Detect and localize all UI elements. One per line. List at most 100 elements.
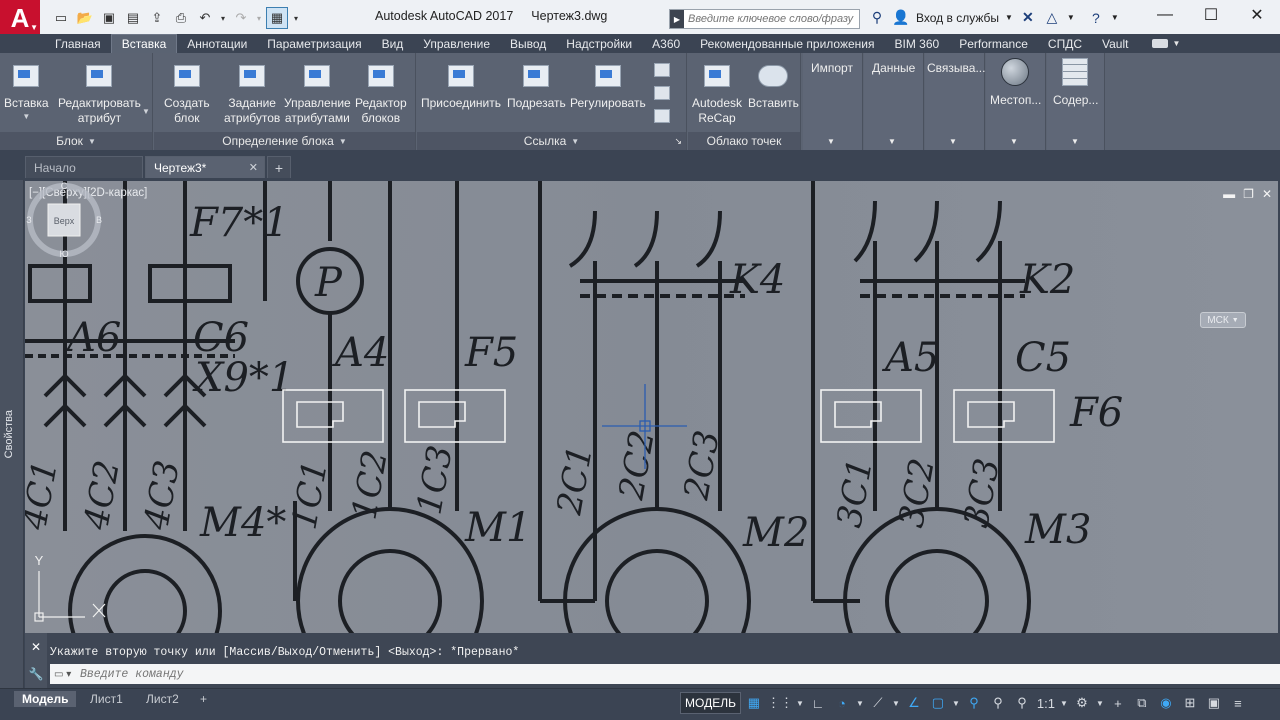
snap-icon[interactable]: ⋮⋮ [767,692,793,714]
tab-featured-apps[interactable]: Рекомендованные приложения [690,34,884,53]
tab-a360[interactable]: A360 [642,34,690,53]
undo-dropdown-icon[interactable]: ▾ [218,7,228,29]
point-cloud-panel-title[interactable]: Облако точек [688,132,800,150]
data-panel[interactable]: Данные ▼ [864,53,924,150]
minimize-icon[interactable]: ▬ [1223,187,1235,201]
redo-icon[interactable]: ↷ [230,7,252,29]
edit-attribute-button[interactable]: Редактировать атрибут [58,61,141,126]
tab-parametric[interactable]: Параметризация [257,34,371,53]
chevron-down-icon[interactable]: ▼ [1067,13,1075,22]
chevron-down-icon[interactable]: ▼ [1111,13,1119,22]
search-input[interactable] [684,13,854,25]
tab-addins[interactable]: Надстройки [556,34,642,53]
tab-home[interactable]: Главная [45,34,111,53]
tab-insert[interactable]: Вставка [110,34,178,53]
close-icon[interactable]: ✕ [1262,187,1272,201]
tab-spds[interactable]: СПДС [1038,34,1092,53]
object-snap-tracking-icon[interactable]: ∠ [903,692,925,714]
wrench-icon[interactable]: 🔧 [29,667,44,681]
properties-palette-strip[interactable]: Свойства [0,180,24,688]
block-editor-button[interactable]: Редактор блоков [355,61,407,126]
insert-point-cloud-button[interactable]: Вставить [748,61,799,111]
clean-screen-icon[interactable]: ▣ [1203,692,1225,714]
block-definition-panel-title[interactable]: Определение блока ▼ [154,132,415,150]
chevron-down-icon[interactable]: ▼ [795,692,805,714]
linking-panel[interactable]: Связыва... ▼ [925,53,985,150]
tab-layout2[interactable]: Лист2 [138,691,187,707]
close-icon[interactable]: ✕ [1234,0,1280,30]
close-tab-icon[interactable]: ✕ [249,161,258,174]
viewcube-north[interactable]: С [61,181,68,191]
tab-layout1[interactable]: Лист1 [82,691,131,707]
customize-icon[interactable]: ≡ [1227,692,1249,714]
panel-launcher-icon[interactable]: ↘ [674,136,682,147]
minimize-icon[interactable]: — [1142,0,1188,30]
object-snap-icon[interactable]: ▢ [927,692,949,714]
save-as-icon[interactable]: ▤ [122,7,144,29]
content-panel[interactable]: Содер... ▼ [1047,53,1105,150]
tab-view[interactable]: Вид [372,34,414,53]
annotation-visibility-icon[interactable]: ⚲ [963,692,985,714]
tab-annotate[interactable]: Аннотации [177,34,257,53]
frames-icon[interactable] [654,86,670,100]
drawing-canvas[interactable]: F7*1 A6 C6 X9*1 P A4 F5 K4 K2 A5 C5 F6 M… [25,181,1278,633]
chevron-down-icon[interactable]: ▼ [855,692,865,714]
tab-drawing3[interactable]: Чертеж3* ✕ [145,156,265,178]
ucs-menu[interactable]: МСК ▼ [1200,312,1246,328]
application-menu-button[interactable]: A ▼ [0,0,40,36]
viewcube[interactable]: Верх С Ю З В [25,181,103,259]
chevron-down-icon[interactable]: ▼ [1005,13,1013,22]
close-icon[interactable]: ✕ [31,640,41,654]
import-panel[interactable]: Импорт ▼ [803,53,863,150]
model-space-button[interactable]: МОДЕЛЬ [680,692,741,714]
tab-model[interactable]: Модель [14,691,77,707]
chevron-down-icon[interactable]: ▼ [1095,692,1105,714]
isolate-objects-icon[interactable]: ⊞ [1179,692,1201,714]
define-attributes-button[interactable]: Задание атрибутов [224,61,280,126]
command-input[interactable] [80,667,1260,681]
location-panel[interactable]: Местоп... ▼ [986,53,1046,150]
help-icon[interactable]: ? [1087,10,1105,26]
annotation-scale-icon[interactable]: ⚲ [1011,692,1033,714]
ortho-icon[interactable]: ∟ [807,692,829,714]
auto-scale-icon[interactable]: ⚲ [987,692,1009,714]
customize-qat-icon[interactable]: ▾ [290,7,302,29]
redo-dropdown-icon[interactable]: ▾ [254,7,264,29]
insert-block-button[interactable]: Вставка ▼ [4,61,49,124]
viewcube-east[interactable]: В [96,215,102,225]
tab-vault[interactable]: Vault [1092,34,1138,53]
polar-tracking-icon[interactable]: ◔ [831,692,853,714]
exchange-apps-icon[interactable]: ✕ [1019,9,1037,26]
tab-output[interactable]: Вывод [500,34,556,53]
drawing-viewport[interactable]: F7*1 A6 C6 X9*1 P A4 F5 K4 K2 A5 C5 F6 M… [25,181,1278,633]
user-icon[interactable]: 👤 [892,9,910,26]
autodesk-recap-button[interactable]: Autodesk ReCap [692,61,742,126]
command-line-handle[interactable]: ✕ 🔧 [25,633,47,688]
chevron-down-icon[interactable]: ▼ [891,692,901,714]
chevron-down-icon[interactable]: ▼ [142,107,150,116]
new-file-icon[interactable]: ▭ [50,7,72,29]
manage-attributes-button[interactable]: Управление атрибутами [284,61,351,126]
upload-icon[interactable]: ⇪ [146,7,168,29]
chevron-down-icon[interactable]: ▼ [1059,692,1069,714]
binoculars-icon[interactable]: ⚲ [868,9,886,26]
signin-button[interactable]: Вход в службы [916,11,999,25]
search-expand-icon[interactable]: ▶ [670,10,684,28]
block-panel-title[interactable]: Блок ▼ [0,132,152,150]
workspace-icon[interactable]: ▦ [266,7,288,29]
clip-button[interactable]: Подрезать [507,61,566,111]
tab-performance[interactable]: Performance [949,34,1038,53]
create-block-button[interactable]: Создать блок [164,61,210,126]
units-icon[interactable]: ⧉ [1131,692,1153,714]
new-tab-button[interactable]: + [267,156,291,178]
viewcube-west[interactable]: З [26,215,31,225]
viewcube-top-face[interactable]: Верх [54,216,75,226]
restore-icon[interactable]: ❐ [1243,187,1254,201]
annotation-scale-value[interactable]: 1:1 [1035,692,1057,714]
reference-panel-title[interactable]: Ссылка ▼ ↘ [417,132,686,150]
viewcube-south[interactable]: Ю [59,249,68,259]
print-icon[interactable]: ⎙ [170,7,192,29]
open-folder-icon[interactable]: 📂 [74,7,96,29]
isodraft-icon[interactable]: ⟋ [867,692,889,714]
tab-start[interactable]: Начало [25,156,143,178]
